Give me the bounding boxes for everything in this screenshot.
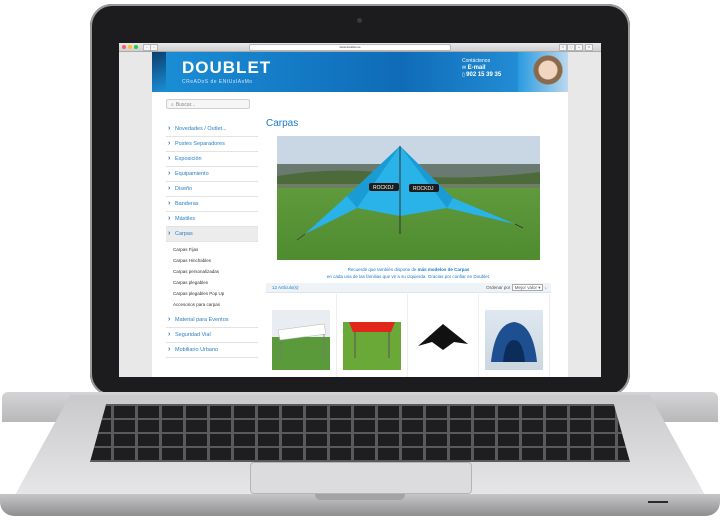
product-card[interactable] [337,294,408,377]
note-line-1: Recuerde que también dispone de más mode… [347,267,470,272]
product-image [272,310,330,370]
submenu-item-carpas-hinchables[interactable]: Carpas Hinchables [166,255,258,266]
menu-item-diseno[interactable]: Diseño [166,182,258,197]
power-indicator [648,501,668,503]
contact-phone: ▯ 902 15 39 35 [462,72,502,78]
submenu-item-carpas-fijas[interactable]: Carpas Fijas [166,244,258,255]
laptop-screen: ‹ › www.doublet.es ⇪ ▢ + ≡ DOUBLET CReAD… [119,43,601,377]
product-image [414,310,472,370]
tent-brand-text: ROCKDJ [373,185,394,191]
maximize-icon[interactable] [134,45,138,49]
menu-item-carpas[interactable]: Carpas [166,227,258,242]
menu-item-mastiles[interactable]: Mástiles [166,212,258,227]
menu-item-exposicion[interactable]: Exposición [166,152,258,167]
keyboard [90,404,630,462]
web-page: DOUBLET CReADoS de ENtUsIAsMo Contácteno… [119,52,601,377]
search-icon: ⌕ [171,102,174,108]
header-decoration [152,52,166,92]
site-header: DOUBLET CReADoS de ENtUsIAsMo Contácteno… [152,52,568,92]
page-margin-left [119,52,152,377]
browser-toolbar: ‹ › www.doublet.es ⇪ ▢ + ≡ [119,43,601,52]
site-tagline: CReADoS de ENtUsIAsMo [182,79,253,85]
red-popup-tent-icon [349,322,395,358]
product-toolbar: 12 Artículo(s) Ordenar por Mejor valor ▾… [266,283,551,293]
submenu-item-carpas-popup[interactable]: Carpas plegables Pop Up [166,288,258,299]
submenu-item-accesorios[interactable]: Accesorios para carpas [166,299,258,310]
hero-tent-image: ROCKDJ ROCKDJ [277,136,540,260]
url-bar[interactable]: www.doublet.es [249,44,451,51]
black-star-tent-icon [418,324,468,350]
tabs-button[interactable]: ▢ [567,44,575,51]
category-menu: Novedades / Outlet... Postes Separadores… [166,122,258,358]
add-tab-button[interactable]: + [575,44,583,51]
menu-item-material-eventos[interactable]: Material para Eventos [166,313,258,328]
note-line-2: en cada una de las familias que ve a su … [326,274,491,279]
menu-item-equipamiento[interactable]: Equipamiento [166,167,258,182]
submenu-item-carpas-plegables[interactable]: Carpas plegables [166,277,258,288]
menu-item-postes[interactable]: Postes Separadores [166,137,258,152]
trackpad [250,462,472,494]
sort-select[interactable]: Mejor valor ▾ [511,284,544,291]
product-card[interactable] [479,294,550,377]
white-popup-tent-icon [277,323,327,362]
sort-direction-icon[interactable]: ↓ [545,285,547,290]
menu-item-seguridad-vial[interactable]: Seguridad Vial [166,328,258,343]
page-content: DOUBLET CReADoS de ENtUsIAsMo Contácteno… [152,52,568,377]
menu-item-novedades[interactable]: Novedades / Outlet... [166,122,258,137]
contact-email[interactable]: ✉ E-mail [462,65,501,72]
product-grid [266,294,551,377]
laptop-lid: ‹ › www.doublet.es ⇪ ▢ + ≡ DOUBLET CReAD… [90,4,630,396]
site-logo[interactable]: DOUBLET [182,58,271,78]
page-margin-right [568,52,601,377]
product-image [485,310,543,370]
support-agent-photo [518,52,568,92]
product-card[interactable] [408,294,479,377]
sort-control: Ordenar por Mejor valor ▾ ↓ [486,283,547,292]
laptop-opening-notch [315,494,405,500]
menu-item-mobiliario-urbano[interactable]: Mobiliario Urbano [166,343,258,358]
note-link[interactable]: más modelos de Carpas [418,267,470,272]
close-icon[interactable] [122,45,126,49]
inflatable-tent-icon [491,322,537,362]
star-tent-illustration: ROCKDJ ROCKDJ [277,146,540,241]
product-card[interactable] [266,294,337,377]
product-image [343,310,401,370]
tent-brand-text: ROCKDJ [413,186,434,192]
share-button[interactable]: ⇪ [559,44,567,51]
menu-item-banderas[interactable]: Banderas [166,197,258,212]
submenu-item-carpas-personalizadas[interactable]: Carpas personalizadas [166,266,258,277]
sort-label: Ordenar por [486,285,511,290]
article-count: 12 Artículo(s) [272,285,299,290]
webcam [357,18,362,23]
search-input[interactable]: ⌕ Buscar... [166,99,250,109]
contact-box: Contáctenos ✉ E-mail ▯ 902 15 39 35 [462,58,501,79]
category-note: Recuerde que también dispone de más mode… [266,266,551,280]
contact-title: Contáctenos [462,58,491,64]
sidebar-button[interactable]: ≡ [585,44,593,51]
minimize-icon[interactable] [128,45,132,49]
page-title: Carpas [266,118,299,129]
forward-button[interactable]: › [150,44,158,51]
search-placeholder: Buscar... [175,102,196,108]
